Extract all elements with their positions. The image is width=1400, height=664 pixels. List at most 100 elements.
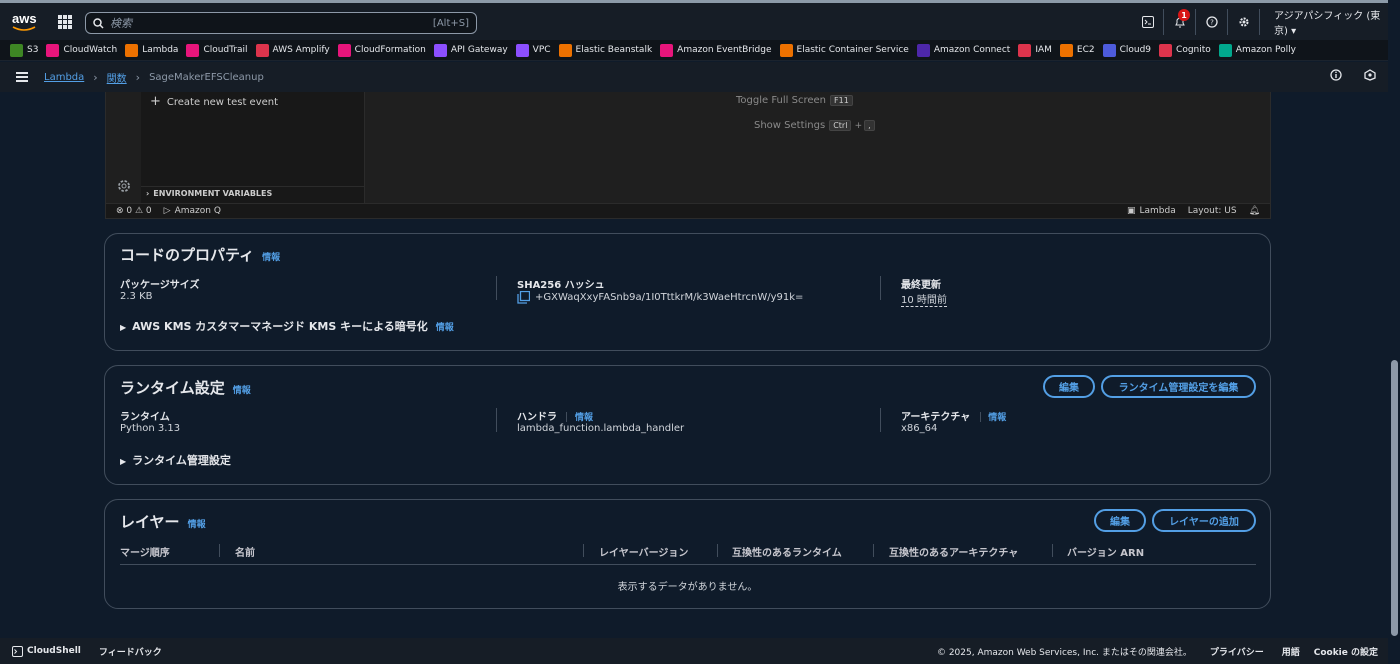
favorite-aws-amplify[interactable]: AWS Amplify bbox=[255, 43, 330, 57]
feedback-link[interactable]: フィードバック bbox=[99, 645, 162, 658]
feedback-icon[interactable] bbox=[1364, 69, 1376, 81]
service-icon bbox=[255, 43, 269, 57]
last-modified-value[interactable]: 10 時間前 bbox=[901, 291, 947, 307]
aws-smile-icon bbox=[12, 26, 36, 31]
favorite-ec2[interactable]: EC2 bbox=[1059, 43, 1095, 57]
service-icon bbox=[1018, 43, 1032, 57]
region-selector[interactable]: アジアパシフィック (東京) ▾ bbox=[1260, 7, 1400, 37]
ctrl-key: Ctrl bbox=[829, 120, 852, 131]
favorite-amazon-eventbridge[interactable]: Amazon EventBridge bbox=[660, 43, 772, 57]
info-link[interactable]: 情報 bbox=[262, 253, 280, 263]
help-button[interactable]: ? bbox=[1196, 9, 1228, 35]
search-input[interactable]: 検索 [Alt+S] bbox=[85, 12, 477, 34]
breadcrumb-lambda[interactable]: Lambda bbox=[44, 72, 84, 83]
favorite-amazon-connect[interactable]: Amazon Connect bbox=[916, 43, 1010, 57]
info-link[interactable]: 情報 bbox=[436, 323, 454, 333]
privacy-link[interactable]: プライバシー bbox=[1210, 645, 1264, 658]
favorite-s3[interactable]: S3 bbox=[10, 43, 38, 57]
amazon-q-status[interactable]: Amazon Q bbox=[175, 206, 221, 216]
favorite-cloud9[interactable]: Cloud9 bbox=[1102, 43, 1151, 57]
settings-button[interactable] bbox=[1228, 9, 1260, 35]
create-test-event-label: Create new test event bbox=[166, 97, 279, 108]
plus-sign: + bbox=[854, 121, 863, 131]
page-scrollbar[interactable] bbox=[1388, 0, 1400, 664]
column-header-layer-version[interactable]: レイヤーバージョン bbox=[599, 544, 688, 559]
architecture-value: x86_64 bbox=[901, 423, 938, 434]
service-icon bbox=[1102, 43, 1116, 57]
breadcrumb-functions[interactable]: 関数 bbox=[107, 70, 127, 85]
favorite-label: VPC bbox=[532, 45, 551, 55]
service-icon bbox=[660, 43, 674, 57]
favorite-api-gateway[interactable]: API Gateway bbox=[433, 43, 508, 57]
favorite-lambda[interactable]: Lambda bbox=[125, 43, 178, 57]
notifications-button[interactable]: 1 bbox=[1164, 9, 1196, 35]
divider bbox=[566, 412, 568, 422]
services-menu-icon[interactable] bbox=[58, 15, 72, 29]
favorite-elastic-container-service[interactable]: Elastic Container Service bbox=[779, 43, 909, 57]
create-test-event-item[interactable]: + Create new test event bbox=[150, 94, 278, 109]
favorite-iam[interactable]: IAM bbox=[1018, 43, 1052, 57]
runtime-management-expander[interactable]: ▶ ランタイム管理設定 bbox=[120, 452, 231, 468]
package-size-label: パッケージサイズ bbox=[120, 280, 200, 291]
toggle-fullscreen-hint: Toggle Full Screen F11 bbox=[736, 95, 853, 106]
kms-encryption-expander[interactable]: ▶ AWS KMS カスタマーマネージド KMS キーによる暗号化 情報 bbox=[120, 318, 454, 334]
environment-variables-section[interactable]: › ENVIRONMENT VARIABLES bbox=[146, 189, 272, 198]
svg-text:?: ? bbox=[1210, 19, 1214, 27]
favorite-label: API Gateway bbox=[450, 45, 508, 55]
favorite-cloudformation[interactable]: CloudFormation bbox=[337, 43, 426, 57]
cloudshell-label: CloudShell bbox=[27, 646, 81, 656]
favorite-cloudwatch[interactable]: CloudWatch bbox=[46, 43, 118, 57]
add-layer-button[interactable]: レイヤーの追加 bbox=[1152, 509, 1256, 532]
column-header-compatible-architectures[interactable]: 互換性のあるアーキテクチャ bbox=[889, 544, 1018, 559]
chevron-right-icon: › bbox=[93, 70, 98, 84]
column-header-compatible-runtimes[interactable]: 互換性のあるランタイム bbox=[732, 544, 842, 559]
cloudshell-footer-button[interactable]: CloudShell bbox=[12, 645, 81, 657]
architecture-label-row: アーキテクチャ 情報 bbox=[901, 408, 1006, 423]
terms-link[interactable]: 用語 bbox=[1282, 645, 1300, 658]
runtime-management-label: ランタイム管理設定 bbox=[132, 454, 231, 467]
help-icon: ? bbox=[1205, 16, 1218, 28]
cookie-settings-link[interactable]: Cookie の設定 bbox=[1314, 645, 1378, 658]
edit-layers-button[interactable]: 編集 bbox=[1094, 509, 1146, 532]
info-icon[interactable] bbox=[1330, 69, 1342, 81]
cloudshell-button[interactable] bbox=[1132, 9, 1164, 35]
scrollbar-thumb[interactable] bbox=[1391, 360, 1398, 636]
service-icon bbox=[46, 43, 60, 57]
notification-badge: 1 bbox=[1178, 9, 1190, 21]
menu-icon[interactable] bbox=[16, 72, 28, 82]
divider bbox=[219, 544, 220, 557]
service-icon bbox=[1159, 43, 1173, 57]
info-link[interactable]: 情報 bbox=[188, 520, 206, 530]
favorite-elastic-beanstalk[interactable]: Elastic Beanstalk bbox=[558, 43, 652, 57]
caret-right-icon: ▶ bbox=[120, 323, 127, 332]
aws-logo[interactable]: aws bbox=[12, 11, 37, 33]
footer-bar: CloudShell フィードバック © 2025, Amazon Web Se… bbox=[0, 638, 1400, 664]
problems-status[interactable]: ⊗ 0 ⚠ 0 bbox=[116, 206, 152, 216]
gear-icon bbox=[1239, 17, 1248, 27]
service-icon bbox=[515, 43, 529, 57]
package-size-value: 2.3 KB bbox=[120, 291, 153, 302]
favorite-cloudtrail[interactable]: CloudTrail bbox=[186, 43, 248, 57]
favorite-label: CloudWatch bbox=[63, 45, 118, 55]
favorite-amazon-polly[interactable]: Amazon Polly bbox=[1218, 43, 1296, 57]
favorite-cognito[interactable]: Cognito bbox=[1159, 43, 1211, 57]
layout-status[interactable]: Layout: US bbox=[1188, 206, 1237, 216]
gear-icon[interactable] bbox=[116, 178, 132, 194]
info-link[interactable]: 情報 bbox=[233, 386, 251, 396]
column-header-version-arn[interactable]: バージョン ARN bbox=[1067, 544, 1144, 559]
info-link[interactable]: 情報 bbox=[575, 413, 593, 423]
favorite-vpc[interactable]: VPC bbox=[515, 43, 551, 57]
code-properties-card: コードのプロパティ 情報 パッケージサイズ 2.3 KB SHA256 ハッシュ … bbox=[104, 233, 1271, 351]
bell-icon[interactable]: 🔔︎ bbox=[1249, 206, 1260, 216]
column-header-merge-order[interactable]: マージ順序 bbox=[120, 544, 170, 559]
caret-right-icon: ▶ bbox=[120, 457, 127, 466]
copy-icon[interactable] bbox=[517, 291, 530, 304]
edit-runtime-management-button[interactable]: ランタイム管理設定を編集 bbox=[1101, 375, 1256, 398]
lambda-status[interactable]: Lambda bbox=[1140, 206, 1176, 216]
service-icon bbox=[337, 43, 351, 57]
column-header-name[interactable]: 名前 bbox=[235, 544, 255, 559]
edit-runtime-button[interactable]: 編集 bbox=[1043, 375, 1095, 398]
info-link[interactable]: 情報 bbox=[988, 413, 1006, 423]
show-settings-label: Show Settings bbox=[754, 120, 826, 131]
layers-title: レイヤー 情報 bbox=[120, 511, 206, 532]
